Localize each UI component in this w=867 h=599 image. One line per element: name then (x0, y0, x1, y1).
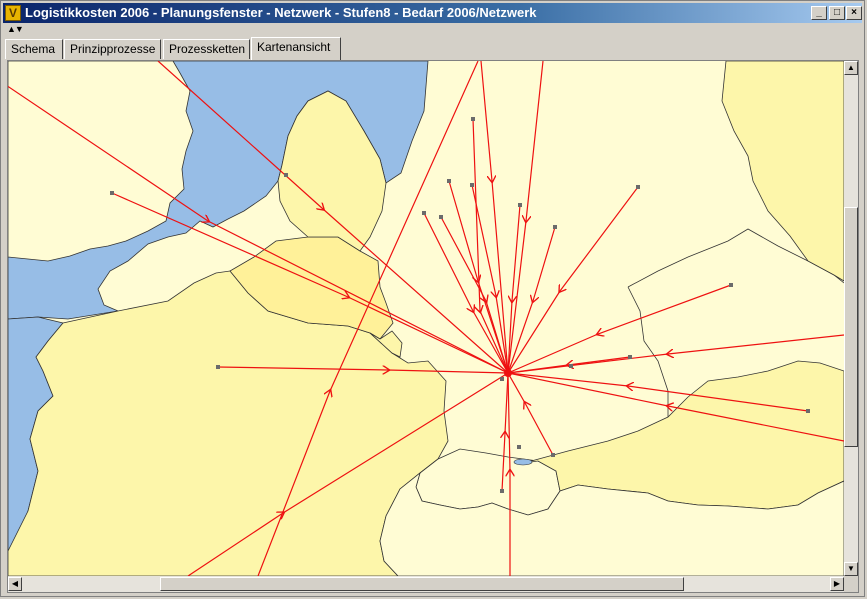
node-berlin[interactable] (636, 185, 640, 189)
node-north-5[interactable] (439, 215, 443, 219)
tab-label: Kartenansicht (257, 40, 331, 54)
tab-kartenansicht[interactable]: Kartenansicht (251, 37, 341, 60)
node-east-2[interactable] (628, 355, 632, 359)
node-rotterdam[interactable] (284, 173, 288, 177)
vertical-scrollbar[interactable]: ▲ ▼ (844, 61, 858, 576)
tab-label: Schema (11, 42, 56, 56)
collapse-toggle-icon[interactable]: ▲▼ (7, 24, 24, 34)
scroll-up-button[interactable]: ▲ (844, 61, 858, 75)
tab-prinzipprozesse[interactable]: Prinzipprozesse (64, 39, 161, 59)
scroll-left-button[interactable]: ◀ (8, 577, 22, 591)
node-north-4[interactable] (422, 211, 426, 215)
horizontal-scrollbar[interactable]: ◀ ▶ (8, 576, 844, 592)
minimize-button[interactable]: _ (811, 6, 827, 20)
node-london[interactable] (110, 191, 114, 195)
maximize-button[interactable]: □ (829, 6, 845, 20)
vertical-scroll-thumb[interactable] (844, 207, 858, 447)
application-window: V Logistikkosten 2006 - Planungsfenster … (0, 0, 865, 597)
maximize-icon: □ (833, 7, 841, 18)
network-map[interactable] (8, 61, 844, 576)
node-north-3[interactable] (470, 183, 474, 187)
close-button[interactable]: × (846, 6, 862, 20)
map-canvas[interactable] (8, 61, 844, 576)
node-south-1[interactable] (551, 453, 555, 457)
node-south-2[interactable] (517, 445, 521, 449)
tab-schema[interactable]: Schema (5, 39, 63, 59)
scroll-down-icon: ▼ (847, 564, 855, 573)
node-north-6[interactable] (518, 203, 522, 207)
node-north-2[interactable] (447, 179, 451, 183)
scroll-down-button[interactable]: ▼ (844, 562, 858, 576)
scroll-left-icon: ◀ (11, 579, 19, 588)
node-paris[interactable] (216, 365, 220, 369)
node-hub-adjacent[interactable] (500, 377, 504, 381)
central-hub[interactable] (504, 369, 512, 377)
node-east-3[interactable] (569, 364, 573, 368)
horizontal-scroll-thumb[interactable] (160, 577, 684, 591)
app-logo-icon[interactable]: V (5, 5, 21, 21)
window-title: Logistikkosten 2006 - Planungsfenster - … (25, 5, 537, 20)
map-view: ▲ ▼ ◀ ▶ (7, 60, 859, 593)
scroll-corner (844, 576, 858, 592)
scroll-right-icon: ▶ (833, 579, 841, 588)
tab-label: Prinzipprozesse (70, 42, 156, 56)
scroll-right-button[interactable]: ▶ (830, 577, 844, 591)
tab-label: Prozessketten (169, 42, 246, 56)
scroll-up-icon: ▲ (847, 63, 855, 72)
node-south-3[interactable] (500, 489, 504, 493)
lake-constance (513, 458, 533, 466)
minimize-icon: _ (816, 7, 822, 18)
node-north-7[interactable] (553, 225, 557, 229)
close-icon: × (851, 7, 857, 18)
node-east-1[interactable] (729, 283, 733, 287)
tab-prozessketten[interactable]: Prozessketten (163, 39, 250, 59)
title-bar[interactable]: V Logistikkosten 2006 - Planungsfenster … (3, 3, 862, 23)
node-vienna[interactable] (806, 409, 810, 413)
node-north-1[interactable] (471, 117, 475, 121)
